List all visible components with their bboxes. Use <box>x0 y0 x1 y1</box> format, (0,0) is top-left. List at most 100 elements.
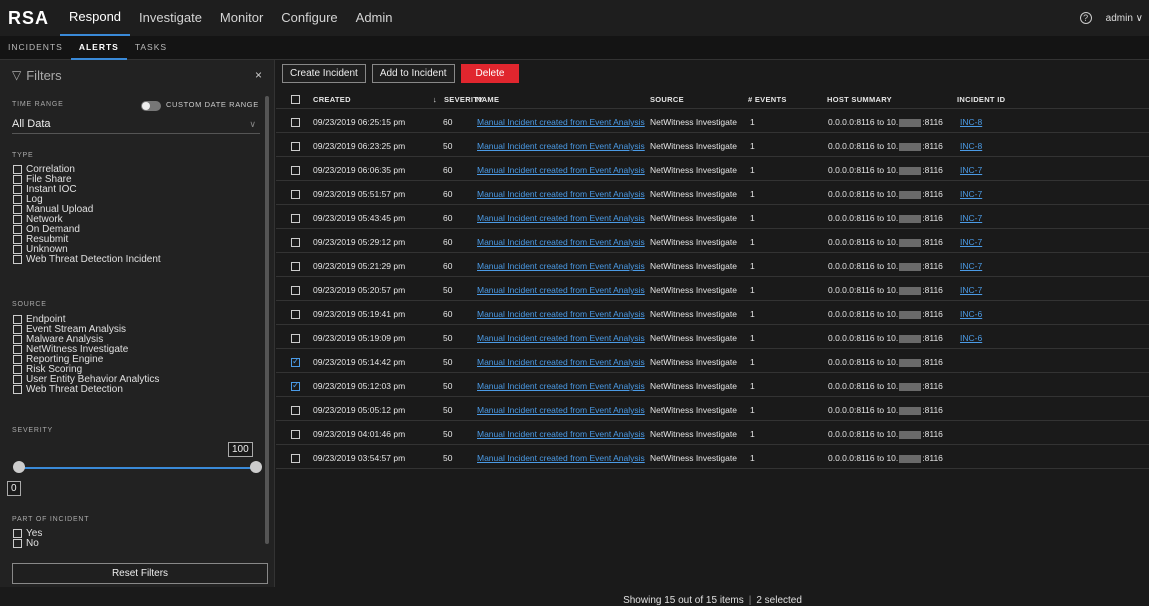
severity-slider-track[interactable] <box>14 467 260 469</box>
checkbox[interactable] <box>13 164 22 174</box>
alert-name-link[interactable]: Manual Incident created from Event Analy… <box>477 429 645 439</box>
type-option[interactable]: Correlation <box>13 164 161 175</box>
row-checkbox[interactable] <box>291 356 300 367</box>
incident-id-link[interactable]: INC-6 <box>960 333 982 343</box>
table-row[interactable]: 09/23/2019 05:20:57 pm 50 Manual Incident … <box>276 278 1149 301</box>
row-checkbox[interactable] <box>291 190 300 199</box>
checkbox[interactable] <box>13 384 22 394</box>
source-option[interactable]: Risk Scoring <box>13 364 159 375</box>
row-checkbox[interactable] <box>291 142 300 151</box>
col-source[interactable]: SOURCE <box>650 95 684 104</box>
source-option[interactable]: Reporting Engine <box>13 354 159 365</box>
severity-max-handle[interactable] <box>250 461 262 473</box>
nav-investigate[interactable]: Investigate <box>130 0 211 36</box>
create-incident-button[interactable]: Create Incident <box>282 64 366 83</box>
col-name[interactable]: NAME <box>476 95 499 104</box>
reset-filters-button[interactable]: Reset Filters <box>12 563 268 584</box>
checkbox[interactable] <box>13 254 22 264</box>
col-created[interactable]: CREATED <box>313 95 351 104</box>
type-option[interactable]: On Demand <box>13 224 161 235</box>
alert-name-link[interactable]: Manual Incident created from Event Analy… <box>477 165 645 175</box>
incident-id-link[interactable]: INC-8 <box>960 117 982 127</box>
row-checkbox[interactable] <box>291 380 300 391</box>
tab-tasks[interactable]: TASKS <box>127 36 175 60</box>
user-menu[interactable]: admin ∨ <box>1106 13 1143 24</box>
table-row[interactable]: 09/23/2019 05:12:03 pm 50 Manual Incident … <box>276 374 1149 397</box>
table-row[interactable]: 09/23/2019 03:54:57 pm 50 Manual Incident … <box>276 446 1149 469</box>
alert-name-link[interactable]: Manual Incident created from Event Analy… <box>477 261 645 271</box>
source-option[interactable]: Endpoint <box>13 314 159 325</box>
alert-name-link[interactable]: Manual Incident created from Event Analy… <box>477 189 645 199</box>
source-option[interactable]: Event Stream Analysis <box>13 324 159 335</box>
row-checkbox[interactable] <box>291 214 300 223</box>
incident-id-link[interactable]: INC-7 <box>960 285 982 295</box>
row-checkbox[interactable] <box>291 238 300 247</box>
checkbox[interactable] <box>13 354 22 364</box>
help-icon[interactable]: ? <box>1079 12 1092 24</box>
alert-name-link[interactable]: Manual Incident created from Event Analy… <box>477 453 645 463</box>
table-row[interactable]: 09/23/2019 06:06:35 pm 60 Manual Incident … <box>276 158 1149 181</box>
add-to-incident-button[interactable]: Add to Incident <box>371 64 455 83</box>
severity-min-handle[interactable] <box>13 461 25 473</box>
alert-name-link[interactable]: Manual Incident created from Event Analy… <box>477 237 645 247</box>
select-all-checkbox[interactable] <box>291 95 300 104</box>
checkbox[interactable] <box>13 224 22 234</box>
checkbox[interactable] <box>13 374 22 384</box>
table-row[interactable]: 09/23/2019 04:01:46 pm 50 Manual Incident … <box>276 422 1149 445</box>
row-checkbox[interactable] <box>291 118 300 127</box>
col-host-summary[interactable]: HOST SUMMARY <box>827 95 892 104</box>
type-option[interactable]: Network <box>13 214 161 225</box>
checkbox[interactable] <box>13 234 22 244</box>
checkbox[interactable] <box>13 334 22 344</box>
alert-name-link[interactable]: Manual Incident created from Event Analy… <box>477 333 645 343</box>
table-row[interactable]: 09/23/2019 05:43:45 pm 60 Manual Incident … <box>276 206 1149 229</box>
row-checkbox[interactable] <box>291 334 300 343</box>
sidebar-scrollbar[interactable] <box>265 96 269 544</box>
source-option[interactable]: Malware Analysis <box>13 334 159 345</box>
severity-max-value[interactable]: 100 <box>228 442 253 457</box>
sort-arrow-icon[interactable]: ↓ <box>433 95 437 104</box>
custom-date-toggle[interactable] <box>141 101 161 111</box>
alert-name-link[interactable]: Manual Incident created from Event Analy… <box>477 309 645 319</box>
row-checkbox[interactable] <box>291 166 300 175</box>
checkbox[interactable] <box>13 204 22 214</box>
checkbox[interactable] <box>13 194 22 204</box>
row-checkbox[interactable] <box>291 454 300 463</box>
incident-id-link[interactable]: INC-7 <box>960 189 982 199</box>
alert-name-link[interactable]: Manual Incident created from Event Analy… <box>477 357 645 367</box>
col-incident-id[interactable]: INCIDENT ID <box>957 95 1005 104</box>
nav-respond[interactable]: Respond <box>60 0 131 36</box>
checkbox[interactable] <box>13 174 22 184</box>
alert-name-link[interactable]: Manual Incident created from Event Analy… <box>477 405 645 415</box>
source-option[interactable]: NetWitness Investigate <box>13 344 159 355</box>
type-option[interactable]: File Share <box>13 174 161 185</box>
type-option[interactable]: Resubmit <box>13 234 161 245</box>
source-option[interactable]: Web Threat Detection <box>13 384 159 395</box>
table-row[interactable]: 09/23/2019 06:25:15 pm 60 Manual Incident … <box>276 110 1149 133</box>
nav-monitor[interactable]: Monitor <box>211 0 272 36</box>
incident-id-link[interactable]: INC-8 <box>960 141 982 151</box>
row-checkbox[interactable] <box>291 310 300 319</box>
alert-name-link[interactable]: Manual Incident created from Event Analy… <box>477 381 645 391</box>
time-range-select[interactable]: All Data ∨ <box>12 114 260 134</box>
checkbox[interactable] <box>13 538 22 548</box>
nav-configure[interactable]: Configure <box>272 0 346 36</box>
delete-button[interactable]: Delete <box>460 64 520 83</box>
source-option[interactable]: User Entity Behavior Analytics <box>13 374 159 385</box>
checkbox[interactable] <box>13 244 22 254</box>
checkbox[interactable] <box>13 364 22 374</box>
tab-incidents[interactable]: INCIDENTS <box>0 36 71 60</box>
row-checkbox[interactable] <box>291 262 300 271</box>
incident-id-link[interactable]: INC-7 <box>960 165 982 175</box>
row-checkbox[interactable] <box>291 430 300 439</box>
type-option[interactable]: Log <box>13 194 161 205</box>
tab-alerts[interactable]: ALERTS <box>70 36 127 60</box>
table-row[interactable]: 09/23/2019 05:51:57 pm 60 Manual Incident … <box>276 182 1149 205</box>
alert-name-link[interactable]: Manual Incident created from Event Analy… <box>477 285 645 295</box>
close-icon[interactable]: × <box>255 68 262 82</box>
part-no-option[interactable]: No <box>13 538 42 549</box>
incident-id-link[interactable]: INC-7 <box>960 213 982 223</box>
table-row[interactable]: 09/23/2019 05:05:12 pm 50 Manual Incident … <box>276 398 1149 421</box>
checkbox[interactable] <box>13 184 22 194</box>
type-option[interactable]: Manual Upload <box>13 204 161 215</box>
